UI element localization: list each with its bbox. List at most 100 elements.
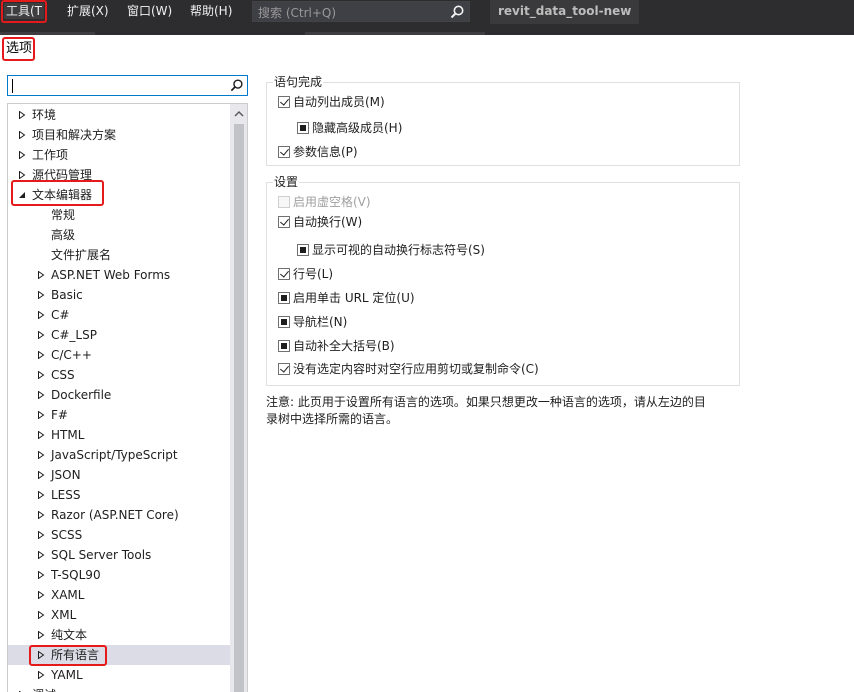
tree-item[interactable]: C# xyxy=(8,305,230,325)
tree-item-label: C/C++ xyxy=(51,348,92,362)
note-text: 注意: 此页用于设置所有语言的选项。如果只想更改一种语言的选项，请从左边的目 录… xyxy=(266,394,716,428)
quick-launch-placeholder: 搜索 (Ctrl+Q) xyxy=(258,6,337,20)
tree-item[interactable]: F# xyxy=(8,405,230,425)
settings-label: 设置 xyxy=(273,175,300,189)
collapsed-arrow-icon[interactable] xyxy=(37,571,45,579)
tree-item-label: SQL Server Tools xyxy=(51,548,152,562)
checkbox[interactable] xyxy=(278,146,290,158)
checkbox[interactable] xyxy=(278,316,290,328)
tree-item[interactable]: 环境 xyxy=(8,105,230,125)
tree-item-label: 文本编辑器 xyxy=(32,188,93,202)
tree-item-label: SCSS xyxy=(51,528,83,542)
dialog-title: 选项 xyxy=(6,41,33,56)
tree-item[interactable]: 文件扩展名 xyxy=(8,245,230,265)
tree-item[interactable]: 文本编辑器 xyxy=(8,185,230,205)
collapsed-arrow-icon[interactable] xyxy=(37,611,45,619)
tree-item[interactable]: T-SQL90 xyxy=(8,565,230,585)
collapsed-arrow-icon[interactable] xyxy=(37,491,45,499)
tree-item-label: YAML xyxy=(51,668,83,682)
collapsed-arrow-icon[interactable] xyxy=(18,151,26,159)
menu-bar: 工具(T 扩展(X) 窗口(W) 帮助(H) 搜索 (Ctrl+Q) revit… xyxy=(0,0,854,24)
tree-item-label: Basic xyxy=(51,288,83,302)
search-icon[interactable] xyxy=(449,4,465,20)
collapsed-arrow-icon[interactable] xyxy=(37,451,45,459)
tree-item[interactable]: JSON xyxy=(8,465,230,485)
toolbar-strip xyxy=(0,24,854,35)
collapsed-arrow-icon[interactable] xyxy=(37,671,45,679)
menu-extensions[interactable]: 扩展(X) xyxy=(65,3,111,19)
collapsed-arrow-icon[interactable] xyxy=(37,591,45,599)
collapsed-arrow-icon[interactable] xyxy=(37,471,45,479)
tree-item-label: CSS xyxy=(51,368,75,382)
tree-item[interactable]: SQL Server Tools xyxy=(8,545,230,565)
tree-item[interactable]: 纯文本 xyxy=(8,625,230,645)
tree-item-label: 纯文本 xyxy=(51,628,88,642)
tree-item-label: 工作项 xyxy=(32,148,69,162)
checkbox[interactable] xyxy=(278,268,290,280)
tree-item[interactable]: CSS xyxy=(8,365,230,385)
tree-item[interactable]: C/C++ xyxy=(8,345,230,365)
checkbox[interactable] xyxy=(278,363,290,375)
tree-item[interactable]: HTML xyxy=(8,425,230,445)
collapsed-arrow-icon[interactable] xyxy=(18,131,26,139)
collapsed-arrow-icon[interactable] xyxy=(37,651,45,659)
tree-item[interactable]: SCSS xyxy=(8,525,230,545)
tree-item[interactable]: 工作项 xyxy=(8,145,230,165)
options-search-input[interactable] xyxy=(7,75,248,96)
collapsed-arrow-icon[interactable] xyxy=(37,331,45,339)
note-line-2: 录树中选择所需的语言。 xyxy=(266,412,399,426)
tree-item[interactable]: 源代码管理 xyxy=(8,165,230,185)
collapsed-arrow-icon[interactable] xyxy=(37,391,45,399)
menu-help[interactable]: 帮助(H) xyxy=(188,3,234,19)
tree-item[interactable]: LESS xyxy=(8,485,230,505)
menu-window[interactable]: 窗口(W) xyxy=(125,3,174,19)
tree-item[interactable]: YAML xyxy=(8,665,230,685)
tree-scrollbar[interactable] xyxy=(230,104,247,692)
collapsed-arrow-icon[interactable] xyxy=(37,311,45,319)
collapsed-arrow-icon[interactable] xyxy=(37,551,45,559)
statement-completion-label: 语句完成 xyxy=(273,75,324,89)
checkbox[interactable] xyxy=(278,340,290,352)
tree-item[interactable]: 高级 xyxy=(8,225,230,245)
expanded-arrow-icon[interactable] xyxy=(18,191,26,199)
tree-item[interactable]: 常规 xyxy=(8,205,230,225)
collapsed-arrow-icon[interactable] xyxy=(37,631,45,639)
scrollbar-thumb[interactable] xyxy=(234,124,244,692)
checkbox[interactable] xyxy=(297,244,309,256)
tree-item-label: Dockerfile xyxy=(51,388,112,402)
collapsed-arrow-icon[interactable] xyxy=(37,291,45,299)
collapsed-arrow-icon[interactable] xyxy=(37,351,45,359)
tree-item-label: F# xyxy=(51,408,68,422)
search-icon[interactable] xyxy=(229,78,244,93)
checkbox[interactable] xyxy=(297,122,309,134)
tree-item-label: HTML xyxy=(51,428,85,442)
collapsed-arrow-icon[interactable] xyxy=(37,431,45,439)
collapsed-arrow-icon[interactable] xyxy=(37,511,45,519)
tree-item[interactable]: XML xyxy=(8,605,230,625)
checkbox[interactable] xyxy=(278,292,290,304)
menu-tools[interactable]: 工具(T xyxy=(4,3,45,19)
collapsed-arrow-icon[interactable] xyxy=(37,271,45,279)
collapsed-arrow-icon[interactable] xyxy=(37,531,45,539)
note-line-1: 注意: 此页用于设置所有语言的选项。如果只想更改一种语言的选项，请从左边的目 xyxy=(266,395,706,409)
tree-item[interactable]: C#_LSP xyxy=(8,325,230,345)
tree-item[interactable]: 所有语言 xyxy=(8,645,230,665)
tree-item[interactable]: JavaScript/TypeScript xyxy=(8,445,230,465)
collapsed-arrow-icon[interactable] xyxy=(18,111,26,119)
collapsed-arrow-icon[interactable] xyxy=(37,371,45,379)
tree-item[interactable]: Dockerfile xyxy=(8,385,230,405)
tree-item[interactable]: 调试 xyxy=(8,685,230,692)
tree-item[interactable]: XAML xyxy=(8,585,230,605)
tree-item-label: T-SQL90 xyxy=(51,568,101,582)
tree-item[interactable]: Basic xyxy=(8,285,230,305)
checkbox[interactable] xyxy=(278,216,290,228)
tree-item[interactable]: Razor (ASP.NET Core) xyxy=(8,505,230,525)
scroll-up-icon[interactable] xyxy=(234,110,244,118)
collapsed-arrow-icon[interactable] xyxy=(18,171,26,179)
tree-item[interactable]: 项目和解决方案 xyxy=(8,125,230,145)
checkbox[interactable] xyxy=(278,96,290,108)
quick-launch-search[interactable]: 搜索 (Ctrl+Q) xyxy=(252,1,470,22)
options-tree[interactable]: 调试 YAML 所有语言 纯文本 XML XAML T-SQL90 SQL Server To… xyxy=(7,103,248,692)
collapsed-arrow-icon[interactable] xyxy=(37,411,45,419)
tree-item[interactable]: ASP.NET Web Forms xyxy=(8,265,230,285)
